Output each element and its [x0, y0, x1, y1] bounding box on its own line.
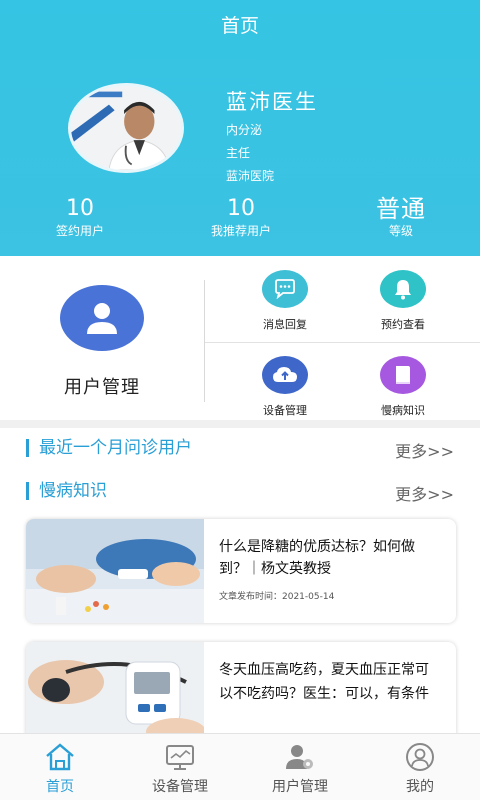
- book-icon: [380, 356, 426, 394]
- cloud-upload-icon: [262, 356, 308, 394]
- article-card[interactable]: 什么是降糖的优质达标？如何做到？｜杨文英教授 文章发布时间：2021-05-14: [26, 519, 456, 623]
- chat-icon: [262, 270, 308, 308]
- stat-level[interactable]: 普通 等级: [331, 196, 471, 240]
- stat-label: 签约用户: [55, 224, 104, 238]
- profile-header: 首页 蓝沛医生 内分泌 主任 蓝沛医院 10 签约用户 10 我推荐用户 普通 …: [0, 0, 480, 256]
- tab-home[interactable]: 首页: [0, 734, 120, 801]
- divider: [204, 280, 205, 402]
- monitor-icon: [166, 745, 194, 770]
- doctor-position: 主任: [226, 146, 251, 160]
- stat-label: 等级: [388, 224, 413, 238]
- section-gap: [0, 420, 480, 428]
- recent-users-more-link[interactable]: 更多>>: [395, 438, 454, 462]
- recent-users-title: 最近一个月问诊用户: [26, 439, 192, 457]
- article-title: 什么是降糖的优质达标？如何做到？｜杨文英教授: [219, 539, 415, 577]
- article-thumbnail: [26, 642, 204, 742]
- stat-value: 普通: [376, 195, 426, 223]
- chronic-knowledge-button[interactable]: 慢病知识: [334, 342, 472, 424]
- tab-user-management[interactable]: 用户管理: [240, 734, 360, 801]
- stat-recommended-users[interactable]: 10 我推荐用户: [171, 196, 311, 240]
- article-title: 冬天血压高吃药，夏天血压正常可以不吃药吗？医生：可以，有条件: [219, 662, 429, 702]
- tab-label: 我的: [406, 779, 434, 795]
- chronic-knowledge-title: 慢病知识: [26, 482, 107, 500]
- bell-icon: [380, 270, 426, 308]
- chronic-knowledge-label: 慢病知识: [381, 404, 425, 417]
- stat-value: 10: [227, 196, 255, 221]
- doctor-department: 内分泌: [226, 123, 263, 137]
- stat-label: 我推荐用户: [210, 224, 271, 238]
- stat-value: 10: [66, 196, 94, 221]
- article-thumbnail: [26, 519, 204, 623]
- article-card[interactable]: 冬天血压高吃药，夏天血压正常可以不吃药吗？医生：可以，有条件: [26, 642, 456, 742]
- user-management-label: 用户管理: [64, 377, 140, 398]
- bottom-tab-bar: 首页 设备管理 用户管理 我的: [0, 733, 480, 800]
- article-date: 文章发布时间：2021-05-14: [219, 592, 335, 602]
- doctor-name: 蓝沛医生: [226, 90, 318, 114]
- stat-signed-users[interactable]: 10 签约用户: [10, 196, 150, 240]
- appointment-view-button[interactable]: 预约查看: [334, 256, 472, 338]
- doctor-avatar[interactable]: [68, 83, 184, 173]
- doctor-hospital: 蓝沛医院: [226, 169, 275, 183]
- home-icon: [46, 743, 74, 771]
- user-management-button[interactable]: 用户管理: [0, 256, 204, 420]
- appointment-view-label: 预约查看: [381, 318, 425, 331]
- user-icon: [60, 285, 144, 351]
- tab-label: 用户管理: [272, 779, 328, 795]
- users-icon: [286, 745, 313, 769]
- profile-icon: [406, 743, 434, 771]
- page-title: 首页: [220, 14, 259, 37]
- chronic-knowledge-more-link[interactable]: 更多>>: [395, 481, 454, 505]
- function-grid: 用户管理 消息回复 预约查看 设备管理 慢病知识: [0, 256, 480, 420]
- tab-device-management[interactable]: 设备管理: [120, 734, 240, 801]
- tab-label: 首页: [46, 779, 74, 795]
- tab-label: 设备管理: [152, 779, 208, 795]
- tab-mine[interactable]: 我的: [360, 734, 480, 801]
